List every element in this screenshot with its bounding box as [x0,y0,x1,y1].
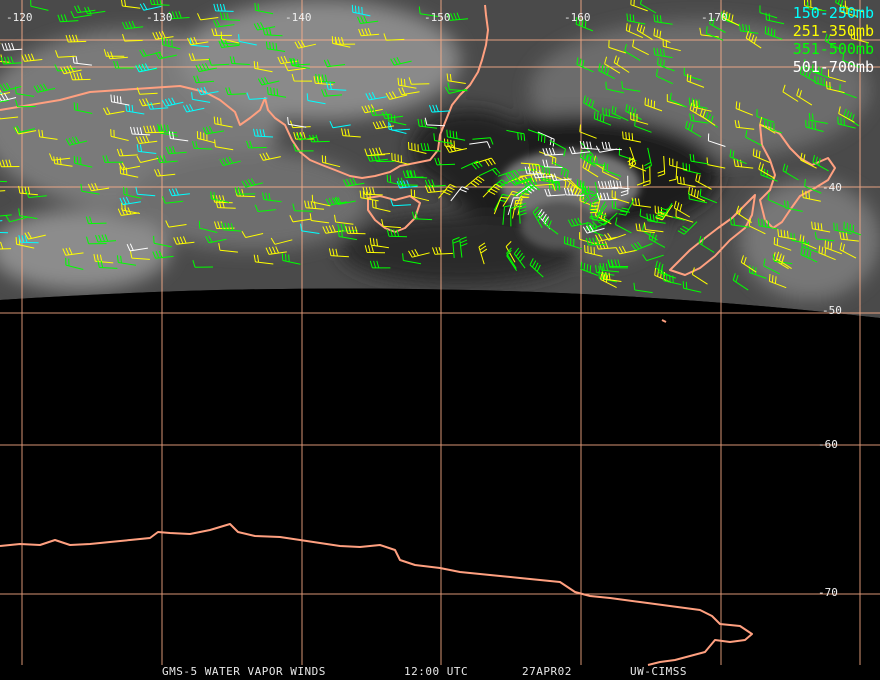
latitude-label: -60 [818,438,838,451]
image-credit: UW-CIMSS [630,665,687,678]
longitude-label: -170 [701,11,728,24]
legend-item-501-700: 501-700mb [792,58,874,76]
latitude-label: -70 [818,586,838,599]
longitude-label: -140 [285,11,312,24]
image-caption: GMS-5 WATER VAPOR WINDS 12:00 UTC 27APR0… [0,665,880,680]
longitude-label: -120 [6,11,33,24]
legend-item-150-250: 150-250mb [792,4,874,22]
longitude-label: -130 [146,11,173,24]
legend-item-251-350: 251-350mb [792,22,874,40]
longitude-label: -150 [424,11,451,24]
image-date: 27APR02 [522,665,572,678]
image-time: 12:00 UTC [404,665,469,678]
longitude-label: -160 [564,11,591,24]
legend-item-351-500: 351-500mb [792,40,874,58]
product-name: GMS-5 WATER VAPOR WINDS [162,665,326,678]
latitude-label: -40 [822,181,842,194]
pressure-level-legend: 150-250mb 251-350mb 351-500mb 501-700mb [793,4,874,76]
water-vapor-wind-map: -120 -130 -140 -150 -160 -170 -40 -50 -6… [0,0,880,666]
latitude-label: -50 [822,304,842,317]
